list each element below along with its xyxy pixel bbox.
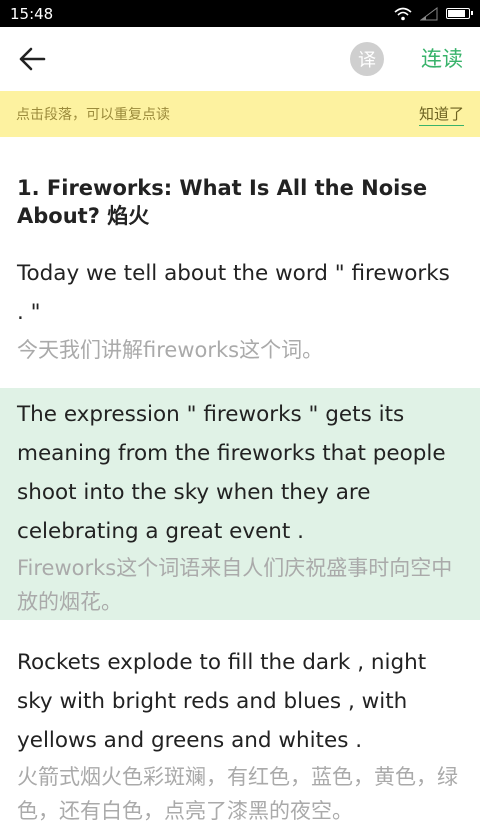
paragraph-english: Today we tell about the word " fireworks…	[17, 261, 450, 325]
paragraph-chinese: Fireworks这个词语来自人们庆祝盛事时向空中放的烟花。	[17, 556, 453, 614]
tip-dismiss-button[interactable]: 知道了	[418, 103, 464, 126]
tip-text: 点击段落，可以重复点读	[16, 107, 170, 123]
battery-icon	[446, 8, 473, 19]
article-title: 1. Fireworks: What Is All the Noise Abou…	[17, 176, 428, 228]
tip-banner: 点击段落，可以重复点读 知道了	[0, 91, 480, 137]
paragraph-chinese: 火箭式烟火色彩斑斓，有红色，蓝色，黄色，绿色，还有白色，点亮了漆黑的夜空。	[17, 765, 458, 823]
signal-icon	[420, 6, 438, 20]
translate-button[interactable]: 译	[350, 42, 384, 76]
paragraph-english: Rockets explode to fill the dark , night…	[17, 650, 427, 753]
continuous-read-button[interactable]: 连读	[421, 43, 463, 73]
paragraph[interactable]: Rockets explode to fill the dark , night…	[0, 643, 480, 828]
paragraph-highlighted[interactable]: The expression " fireworks " gets its me…	[0, 388, 480, 620]
status-icons	[394, 6, 473, 21]
status-time: 15:48	[10, 4, 54, 23]
back-arrow-icon	[19, 47, 46, 71]
paragraph[interactable]: Today we tell about the word " fireworks…	[0, 254, 480, 367]
paragraph-english: The expression " fireworks " gets its me…	[17, 402, 446, 544]
status-bar: 15:48	[0, 0, 480, 27]
wifi-icon	[394, 7, 412, 20]
paragraph-chinese: 今天我们讲解fireworks这个词。	[17, 338, 324, 362]
back-button[interactable]	[16, 43, 48, 75]
app-bar: 译 连读	[0, 27, 480, 91]
